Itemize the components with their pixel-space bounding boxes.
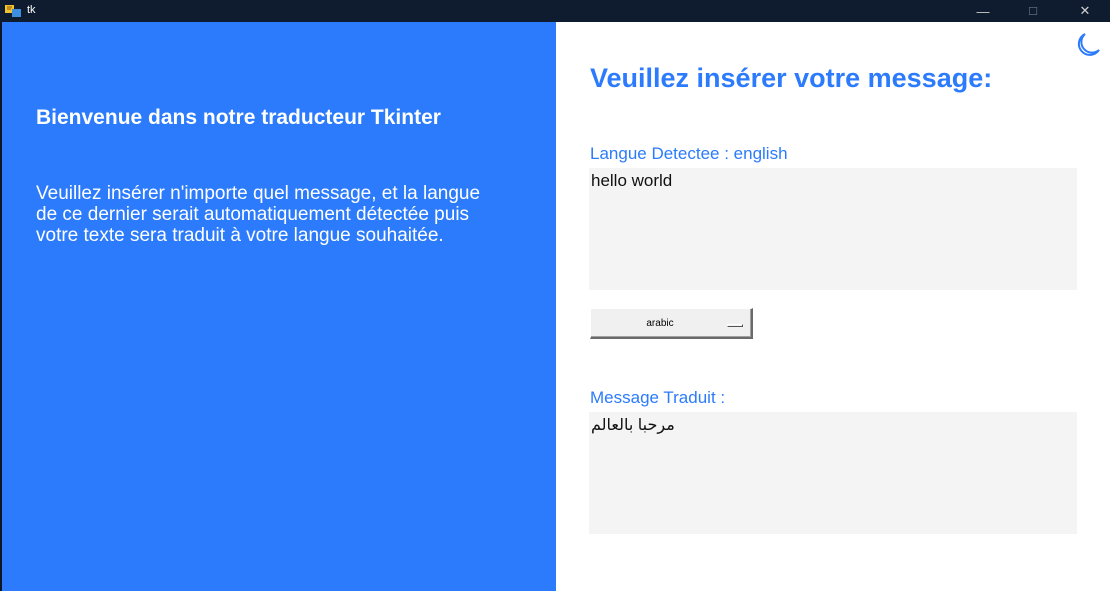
target-language-select[interactable]: arabic xyxy=(590,308,753,339)
app-window: tk — ☐ ✕ Bienvenue dans notre traducteur… xyxy=(0,0,1110,591)
page-title: Veuillez insérer votre message: xyxy=(590,63,993,93)
welcome-panel: Bienvenue dans notre traducteur Tkinter … xyxy=(2,22,556,591)
close-button[interactable]: ✕ xyxy=(1062,0,1108,22)
translator-panel: Veuillez insérer votre message: Langue D… xyxy=(556,22,1110,591)
translated-text: مرحبا بالعالم xyxy=(591,417,675,434)
maximize-button[interactable]: ☐ xyxy=(1010,0,1056,22)
title-bar[interactable]: tk — ☐ ✕ xyxy=(0,0,1110,22)
welcome-title: Bienvenue dans notre traducteur Tkinter xyxy=(36,106,441,129)
option-menu-indicator-icon xyxy=(727,324,743,327)
minimize-button[interactable]: — xyxy=(960,0,1006,22)
translated-output[interactable]: مرحبا بالعالم xyxy=(589,412,1077,534)
window-title: tk xyxy=(27,4,36,16)
selected-language: arabic xyxy=(646,318,674,329)
translated-message-label: Message Traduit : xyxy=(590,388,726,407)
moon-icon[interactable] xyxy=(1072,31,1102,57)
close-icon: ✕ xyxy=(1079,3,1091,18)
tk-feather-icon xyxy=(5,5,21,17)
maximize-icon: ☐ xyxy=(1028,5,1038,18)
welcome-description: Veuillez insérer n'importe quel message,… xyxy=(36,183,481,246)
detected-language-label: Langue Detectee : english xyxy=(590,144,788,163)
minimize-icon: — xyxy=(976,3,990,19)
message-input[interactable]: hello world xyxy=(589,168,1077,290)
